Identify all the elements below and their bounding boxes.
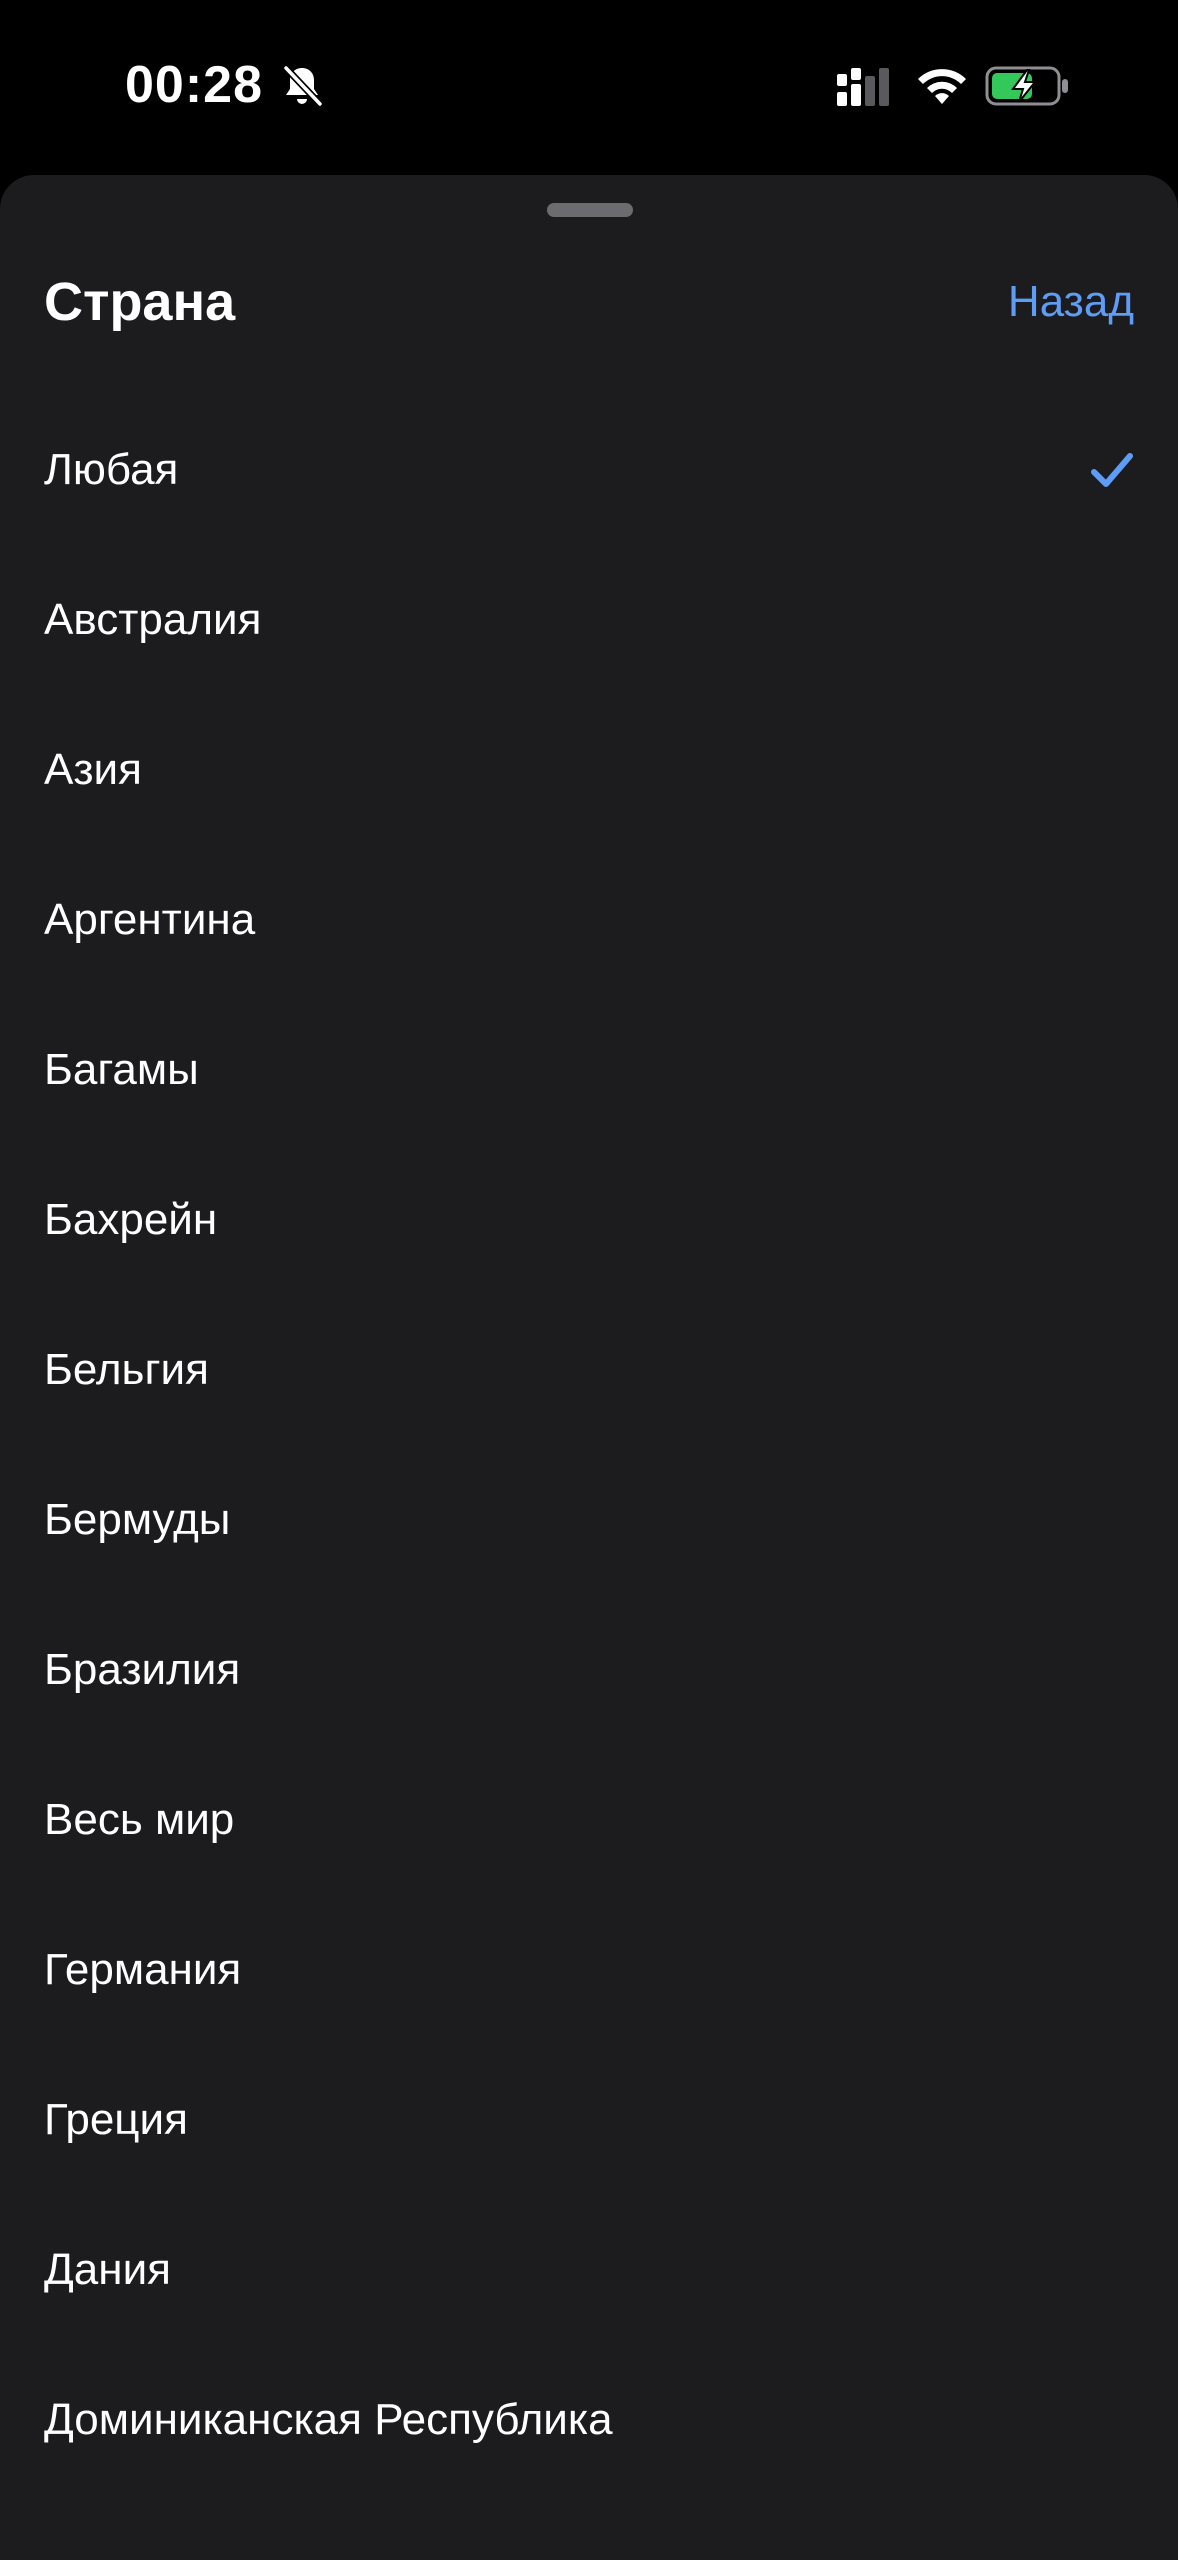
country-label: Бельгия <box>44 1345 209 1394</box>
country-picker-sheet: Страна Назад Любая Австралия Азия Аргент… <box>0 175 1178 2560</box>
bell-slash-icon <box>283 65 323 107</box>
country-item-bahrain[interactable]: Бахрейн <box>0 1145 1178 1295</box>
country-item-bahamas[interactable]: Багамы <box>0 995 1178 1145</box>
status-bar: 00:28 <box>0 0 1178 175</box>
country-label: Бермуды <box>44 1495 231 1544</box>
country-list: Любая Австралия Азия Аргентина Багамы Ба… <box>0 395 1178 2495</box>
country-item-germany[interactable]: Германия <box>0 1895 1178 2045</box>
country-label: Австралия <box>44 595 262 644</box>
country-item-worldwide[interactable]: Весь мир <box>0 1745 1178 1895</box>
country-label: Любая <box>44 445 179 494</box>
country-item-argentina[interactable]: Аргентина <box>0 845 1178 995</box>
wifi-icon <box>918 69 966 104</box>
country-label: Дания <box>44 2245 171 2294</box>
sheet-grabber[interactable] <box>547 203 633 217</box>
country-label: Доминиканская Республика <box>44 2395 613 2444</box>
country-label: Азия <box>44 745 142 794</box>
status-time: 00:28 <box>125 56 263 114</box>
country-item-greece[interactable]: Греция <box>0 2045 1178 2195</box>
country-item-brazil[interactable]: Бразилия <box>0 1595 1178 1745</box>
country-label: Германия <box>44 1945 242 1994</box>
country-label: Бразилия <box>44 1645 241 1694</box>
country-label: Аргентина <box>44 895 256 944</box>
country-label: Греция <box>44 2095 188 2144</box>
sheet-title: Страна <box>44 272 236 332</box>
country-item-any[interactable]: Любая <box>0 395 1178 545</box>
country-item-australia[interactable]: Австралия <box>0 545 1178 695</box>
cellular-signal-icon <box>837 68 889 106</box>
country-label: Багамы <box>44 1045 199 1094</box>
country-item-dominican-republic[interactable]: Доминиканская Республика <box>0 2345 1178 2495</box>
country-item-denmark[interactable]: Дания <box>0 2195 1178 2345</box>
checkmark-icon <box>1091 453 1133 487</box>
back-button[interactable]: Назад <box>1008 270 1134 334</box>
country-label: Бахрейн <box>44 1195 218 1244</box>
country-item-bermuda[interactable]: Бермуды <box>0 1445 1178 1595</box>
country-item-belgium[interactable]: Бельгия <box>0 1295 1178 1445</box>
battery-charging-icon <box>985 66 1068 106</box>
country-item-asia[interactable]: Азия <box>0 695 1178 845</box>
country-label: Весь мир <box>44 1795 235 1844</box>
